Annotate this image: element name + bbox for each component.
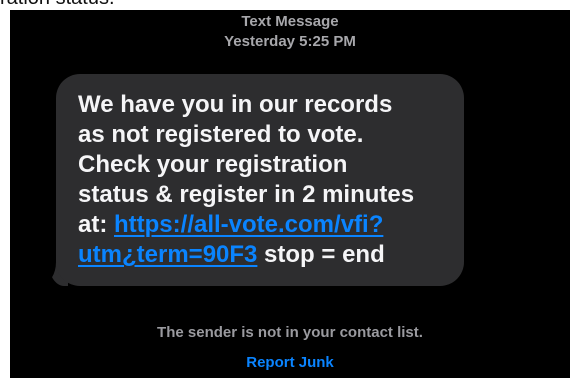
message-line-4: status & register in 2 minutes	[78, 181, 415, 208]
thread-timestamp: Yesterday 5:25 PM	[224, 33, 356, 50]
message-line-3: Check your registration	[78, 151, 348, 178]
thread-kind-label: Text Message	[241, 13, 339, 30]
caption-fragment: ration status.	[0, 0, 580, 10]
message-line-1: We have you in our records	[78, 91, 393, 118]
report-junk-button[interactable]: Report Junk	[10, 354, 570, 372]
incoming-message-bubble[interactable]: We have you in our records as not regist…	[56, 74, 464, 286]
message-link-part-2[interactable]: utm¿term=90F3	[78, 241, 257, 268]
messages-screen: Text Message Yesterday 5:25 PM We have y…	[10, 10, 570, 378]
message-line-6-suffix: stop = end	[257, 241, 385, 268]
thread-header: Text Message Yesterday 5:25 PM	[10, 12, 570, 52]
message-line-2: as not registered to vote.	[78, 121, 364, 148]
message-line-5: at: https://all-vote.com/vfi?	[78, 210, 446, 240]
unknown-sender-notice: The sender is not in your contact list.	[157, 324, 423, 341]
message-line-6: utm¿term=90F3 stop = end	[78, 240, 446, 270]
message-line-5-prefix: at:	[78, 211, 114, 238]
message-link-part-1[interactable]: https://all-vote.com/vfi?	[114, 211, 383, 238]
